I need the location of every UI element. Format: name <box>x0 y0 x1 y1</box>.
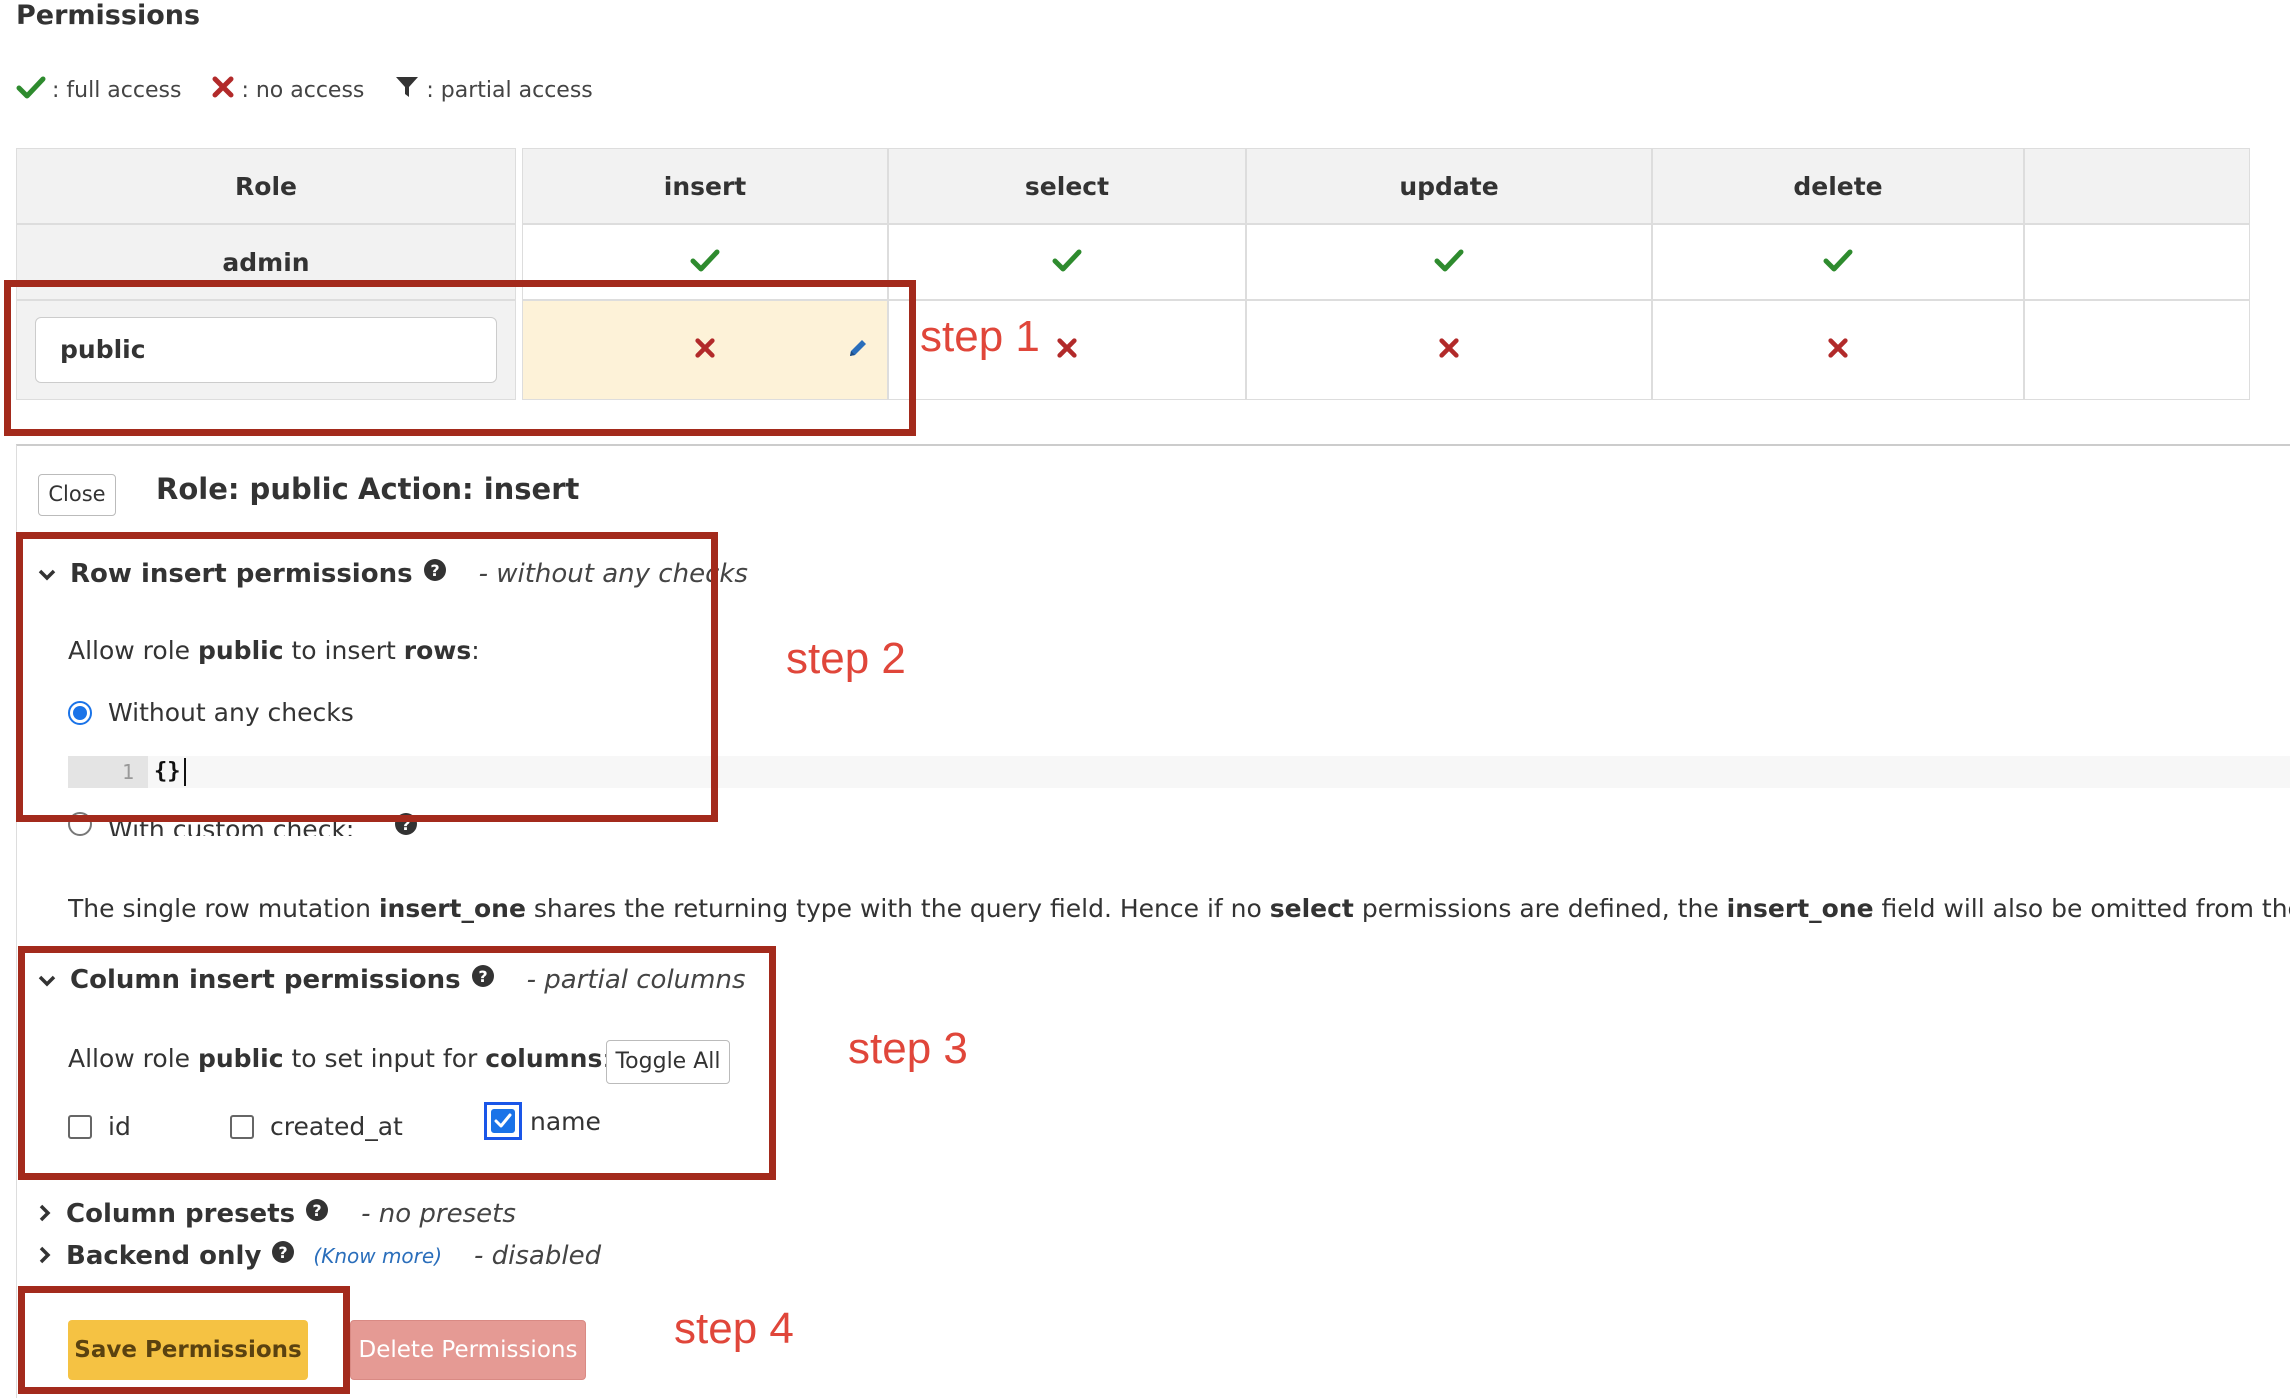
legend-label: : partial access <box>426 77 593 103</box>
close-button[interactable]: Close <box>38 474 116 516</box>
action-heading: Action: insert <box>358 472 580 506</box>
legend-full-access: : full access <box>16 75 181 105</box>
section-status: - disabled <box>474 1240 602 1271</box>
check-icon <box>16 75 52 105</box>
delete-permissions-button[interactable]: Delete Permissions <box>350 1320 586 1380</box>
section-title: Backend only <box>66 1240 262 1271</box>
cell-admin-update[interactable] <box>1246 224 1652 300</box>
cell-admin-delete[interactable] <box>1652 224 2024 300</box>
annotation-box-step3 <box>18 946 776 1180</box>
check-icon <box>1434 249 1464 276</box>
check-icon <box>1823 249 1853 276</box>
column-header-insert: insert <box>522 148 888 224</box>
cross-icon <box>1438 338 1460 363</box>
check-icon <box>690 249 720 276</box>
column-header-empty <box>2024 148 2250 224</box>
chevron-right-icon <box>38 1199 52 1229</box>
annotation-box-step2 <box>16 532 718 822</box>
help-icon[interactable]: ? <box>305 1198 329 1229</box>
annotation-step2: step 2 <box>786 634 906 683</box>
svg-text:?: ? <box>279 1243 288 1262</box>
cell-admin-select[interactable] <box>888 224 1246 300</box>
help-icon[interactable]: ? <box>271 1240 295 1271</box>
annotation-step1: step 1 <box>920 312 1040 361</box>
permissions-legend: : full access : no access : partial acce… <box>16 74 623 106</box>
backend-only-header[interactable]: Backend only ? (Know more) - disabled <box>38 1240 601 1271</box>
legend-label: : full access <box>52 77 182 103</box>
column-header-role: Role <box>16 148 516 224</box>
table-header-row: Role insert select update delete <box>16 148 2250 224</box>
legend-label: : no access <box>241 77 365 103</box>
know-more-link[interactable]: (Know more) <box>313 1244 442 1268</box>
column-header-select: select <box>888 148 1246 224</box>
cross-icon <box>211 75 241 105</box>
cross-icon <box>1056 338 1078 363</box>
annotation-box-step4 <box>18 1286 350 1394</box>
column-presets-header[interactable]: Column presets ? - no presets <box>38 1198 516 1229</box>
cell-admin-empty <box>2024 224 2250 300</box>
chevron-right-icon <box>38 1241 52 1271</box>
column-header-update: update <box>1246 148 1652 224</box>
annotation-step4: step 4 <box>674 1304 794 1353</box>
check-icon <box>1052 249 1082 276</box>
legend-partial-access: : partial access <box>394 74 593 106</box>
filter-icon <box>394 74 426 106</box>
legend-no-access: : no access <box>211 75 364 105</box>
cell-public-empty <box>2024 300 2250 400</box>
cross-icon <box>1827 338 1849 363</box>
page-title: Permissions <box>16 0 201 31</box>
section-title: Column presets <box>66 1198 296 1229</box>
insert-one-note: The single row mutation insert_one share… <box>68 894 2290 923</box>
annotation-step3: step 3 <box>848 1024 968 1073</box>
role-heading: Role: public <box>156 472 349 506</box>
column-header-delete: delete <box>1652 148 2024 224</box>
svg-text:?: ? <box>312 1201 321 1220</box>
cell-public-delete[interactable] <box>1652 300 2024 400</box>
annotation-box-step1 <box>4 280 916 436</box>
section-status: - no presets <box>361 1198 516 1229</box>
cell-public-update[interactable] <box>1246 300 1652 400</box>
